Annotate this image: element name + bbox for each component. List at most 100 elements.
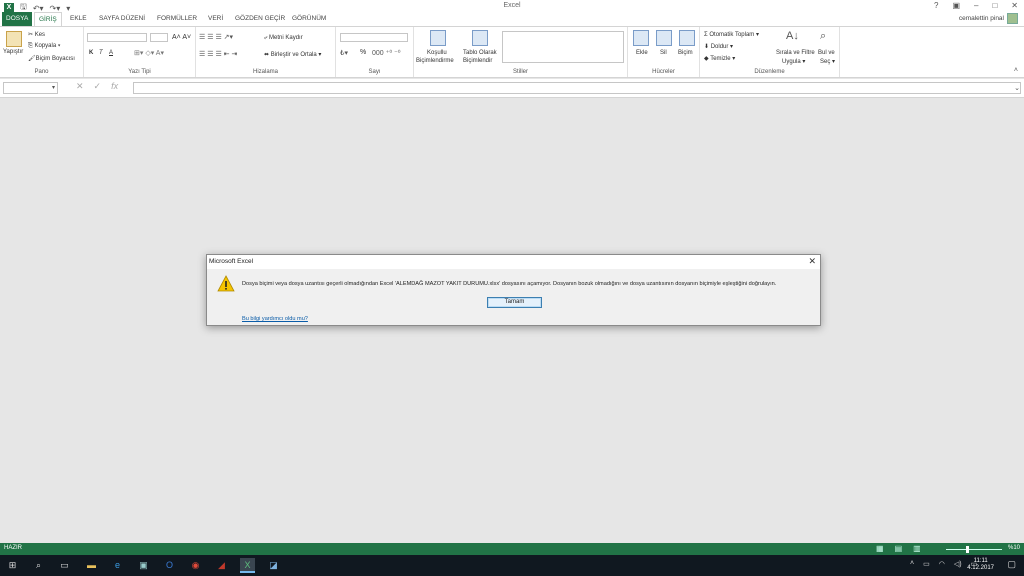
help-feedback-link[interactable]: Bu bilgi yardımcı oldu mu? xyxy=(242,316,308,322)
zoom-slider-thumb[interactable] xyxy=(966,546,969,553)
zoom-slider[interactable] xyxy=(946,549,1002,550)
enter-icon[interactable]: ✓ xyxy=(94,81,102,92)
group-label-clipboard: Pano xyxy=(34,69,49,75)
autosum-button[interactable]: Σ Otomatik Toplam ▾ xyxy=(704,31,759,38)
close-icon[interactable]: ✕ xyxy=(1011,1,1018,10)
zoom-level[interactable]: %10 xyxy=(1008,545,1020,551)
edge-icon[interactable]: e xyxy=(110,558,125,573)
volume-icon[interactable]: ◁) xyxy=(954,560,962,568)
ribbon-display-icon[interactable]: ▣ xyxy=(952,1,960,10)
tab-review[interactable]: GÖZDEN GEÇİR xyxy=(231,12,289,26)
ok-button[interactable]: Tamam xyxy=(487,297,542,308)
paste-button[interactable]: Yapıştır xyxy=(3,49,23,55)
wrap-text-button[interactable]: ⤶ Metni Kaydır xyxy=(264,35,303,42)
find-select-label-2[interactable]: Seç ▾ xyxy=(820,58,835,65)
tab-formulas[interactable]: FORMÜLLER xyxy=(153,12,201,26)
group-editing: Σ Otomatik Toplam ▾ ⬇ Doldur ▾ ◆ Temizle… xyxy=(700,27,840,77)
excel-taskbar-icon[interactable]: X xyxy=(240,558,255,573)
task-view-icon[interactable]: ▭ xyxy=(57,558,72,573)
font-size-combo[interactable] xyxy=(150,33,168,42)
merge-icon: ⬌ xyxy=(264,52,271,58)
notification-icon[interactable]: ▢ xyxy=(1007,559,1016,570)
tab-insert[interactable]: EKLE xyxy=(66,12,91,26)
find-select-label-1[interactable]: Bul ve xyxy=(818,50,835,56)
conditional-format-icon[interactable] xyxy=(430,30,446,46)
cell-styles-gallery[interactable] xyxy=(502,31,624,63)
expand-formula-icon[interactable]: ⌄ xyxy=(1014,84,1020,92)
tab-file[interactable]: DOSYA xyxy=(2,12,33,26)
insert-cells-button[interactable]: Ekle xyxy=(636,50,648,56)
format-painter-button[interactable]: 🖌Biçim Boyacısı xyxy=(28,55,75,62)
windows-start-icon[interactable]: ⊞ xyxy=(5,558,20,573)
format-as-table-icon[interactable] xyxy=(472,30,488,46)
sort-filter-icon[interactable]: A↓ xyxy=(786,30,799,42)
currency-icon[interactable]: ₺▾ xyxy=(340,49,348,57)
wifi-icon[interactable]: ◠ xyxy=(939,560,945,568)
chevron-up-icon[interactable]: ˄ xyxy=(910,560,914,568)
fill-button[interactable]: ⬇ Doldur ▾ xyxy=(704,43,733,50)
format-cells-icon[interactable] xyxy=(679,30,695,46)
window-title: Excel xyxy=(503,2,521,9)
page-break-view-icon[interactable]: ▥ xyxy=(913,544,921,553)
format-as-table-label-2[interactable]: Biçimlendir xyxy=(463,58,492,64)
border-icon[interactable]: ⊞▾ ◇▾ A▾ xyxy=(134,49,164,57)
paste-icon[interactable] xyxy=(6,31,22,47)
outlook-icon[interactable]: O xyxy=(162,558,177,573)
chevron-down-icon[interactable]: ▾ xyxy=(52,84,55,91)
collapse-ribbon-icon[interactable]: ˄ xyxy=(1014,67,1018,74)
tab-home[interactable]: GİRİŞ xyxy=(34,12,62,27)
format-cells-button[interactable]: Biçim xyxy=(678,50,693,56)
tab-data[interactable]: VERİ xyxy=(204,12,227,26)
network-icon[interactable]: ▭ xyxy=(923,560,930,568)
italic-button[interactable]: T xyxy=(99,50,103,56)
store-icon[interactable]: ▣ xyxy=(136,558,151,573)
app-window-icon[interactable]: ◪ xyxy=(266,558,281,573)
chrome-icon[interactable]: ◉ xyxy=(188,558,203,573)
bold-button[interactable]: K xyxy=(89,50,93,56)
close-icon[interactable]: ✕ xyxy=(808,256,816,267)
merge-center-button[interactable]: ⬌ Birleştir ve Ortala ▾ xyxy=(264,51,321,58)
group-alignment: ☰ ☰ ☰ ↗▾ ☰ ☰ ☰ ⇤ ⇥ ⤶ Metni Kaydır ⬌ Birl… xyxy=(196,27,336,77)
app-icon[interactable]: ◢ xyxy=(214,558,229,573)
page-layout-view-icon[interactable]: ▤ xyxy=(895,544,903,553)
tab-page-layout[interactable]: SAYFA DÜZENİ xyxy=(95,12,149,26)
error-dialog: Microsoft Excel ✕ Dosya biçimi veya dosy… xyxy=(206,254,821,326)
align-top-icons[interactable]: ☰ ☰ ☰ ↗▾ xyxy=(199,33,233,41)
user-name[interactable]: cemalettin pinal xyxy=(959,15,1004,22)
conditional-format-label-2[interactable]: Biçimlendirme xyxy=(416,58,454,64)
cancel-icon[interactable]: ✕ xyxy=(76,81,84,92)
underline-button[interactable]: A xyxy=(109,50,113,56)
search-icon[interactable]: ⌕ xyxy=(31,558,46,573)
grow-font-icon[interactable]: A˄ A˅ xyxy=(172,34,191,41)
percent-button[interactable]: % xyxy=(360,49,366,56)
help-icon[interactable]: ? xyxy=(934,1,938,10)
maximize-icon[interactable]: □ xyxy=(992,1,997,10)
format-as-table-label-1[interactable]: Tablo Olarak xyxy=(463,50,497,56)
delete-cells-icon[interactable] xyxy=(656,30,672,46)
taskbar: ⊞ ⌕ ▭ ▬ e ▣ O ◉ ◢ X ◪ ˄ ▭ ◠ ◁) ▭ 11:11 4… xyxy=(0,555,1024,576)
clock-date: 4.12.2017 xyxy=(967,565,994,571)
minimize-icon[interactable]: – xyxy=(974,1,978,10)
warning-icon xyxy=(217,275,235,292)
normal-view-icon[interactable]: ▦ xyxy=(876,544,884,553)
number-format-combo[interactable] xyxy=(340,33,408,42)
tab-view[interactable]: GÖRÜNÜM xyxy=(288,12,330,26)
name-box[interactable]: ▾ xyxy=(3,82,58,94)
avatar[interactable] xyxy=(1007,13,1018,24)
clock[interactable]: 11:11 4.12.2017 xyxy=(967,558,994,572)
conditional-format-label-1[interactable]: Koşullu xyxy=(427,50,447,56)
insert-cells-icon[interactable] xyxy=(633,30,649,46)
comma-icon[interactable]: 000 ⁺⁰ ⁻⁰ xyxy=(372,49,401,57)
clear-button[interactable]: ◆ Temizle ▾ xyxy=(704,55,735,62)
delete-cells-button[interactable]: Sil xyxy=(660,50,667,56)
copy-button[interactable]: ⎘ Kopyala ▾ xyxy=(28,43,60,50)
formula-input[interactable] xyxy=(133,82,1021,94)
font-name-combo[interactable] xyxy=(87,33,147,42)
insert-function-icon[interactable]: fx xyxy=(111,81,118,92)
find-binoculars-icon[interactable]: ⌕ xyxy=(820,30,826,43)
file-explorer-icon[interactable]: ▬ xyxy=(84,558,99,573)
sort-filter-label-1[interactable]: Sırala ve Filtre xyxy=(776,50,815,56)
sort-filter-label-2[interactable]: Uygula ▾ xyxy=(782,58,805,65)
cut-button[interactable]: ✂ Kes xyxy=(28,31,45,38)
align-horizontal-icons[interactable]: ☰ ☰ ☰ ⇤ ⇥ xyxy=(199,50,237,58)
